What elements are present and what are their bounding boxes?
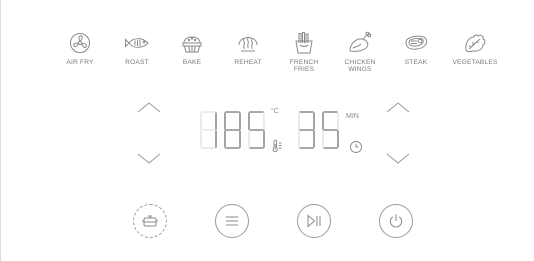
mode-reheat[interactable]: REHEAT (219, 30, 277, 82)
temperature-display (200, 111, 265, 149)
mode-label: STEAK (404, 59, 428, 66)
temperature-up-arrow[interactable] (136, 100, 162, 114)
clock-icon (350, 141, 362, 153)
time-display (298, 111, 339, 149)
thermometer-icon (272, 139, 282, 152)
play-pause-button[interactable] (297, 204, 331, 238)
temperature-unit: °C (271, 108, 279, 115)
mode-label: ROAST (125, 59, 149, 66)
mode-roast[interactable]: ROAST (108, 30, 166, 82)
temperature-down-arrow[interactable] (136, 152, 162, 166)
mode-label: FRENCH FRIES (289, 59, 319, 74)
air-fryer-control-panel: AIR FRY ROAST BAKE REHEAT FRENCH FRIES C… (0, 0, 534, 261)
fries-icon (295, 32, 313, 54)
mode-label: VEGETABLES (452, 59, 498, 66)
chevron-down-icon (386, 153, 410, 164)
fish-icon (125, 38, 149, 48)
chevron-down-icon (137, 153, 161, 164)
mode-label: REHEAT (234, 59, 262, 66)
cake-icon (182, 36, 202, 53)
chevron-up-icon (386, 102, 410, 113)
time-up-arrow[interactable] (385, 100, 411, 114)
steak-icon (405, 35, 428, 50)
mode-chicken-wings[interactable]: CHICKEN WINGS (331, 30, 389, 82)
mode-label: BAKE (182, 59, 202, 66)
mode-french-fries[interactable]: FRENCH FRIES (275, 30, 333, 82)
power-button[interactable] (379, 204, 413, 238)
menu-icon (226, 216, 238, 226)
mode-steak[interactable]: STEAK (387, 30, 445, 82)
chicken-leg-icon (349, 31, 372, 52)
time-unit: MIN (346, 113, 359, 120)
mode-air-fry[interactable]: AIR FRY (51, 30, 109, 82)
power-icon (389, 214, 403, 228)
fan-icon (70, 33, 90, 53)
basket-icon (142, 215, 158, 227)
heat-waves-icon (238, 37, 258, 52)
cooking-modes: AIR FRY ROAST BAKE REHEAT FRENCH FRIES C… (51, 30, 511, 82)
mode-bake[interactable]: BAKE (163, 30, 221, 82)
vegetables-icon (465, 34, 486, 53)
mode-label: CHICKEN WINGS (344, 59, 376, 74)
basket-button[interactable] (133, 204, 167, 238)
time-down-arrow[interactable] (385, 152, 411, 166)
play-pause-icon (307, 214, 321, 228)
mode-label: AIR FRY (66, 59, 94, 66)
mode-vegetables[interactable]: VEGETABLES (446, 30, 504, 82)
chevron-up-icon (137, 102, 161, 113)
menu-button[interactable] (215, 204, 249, 238)
